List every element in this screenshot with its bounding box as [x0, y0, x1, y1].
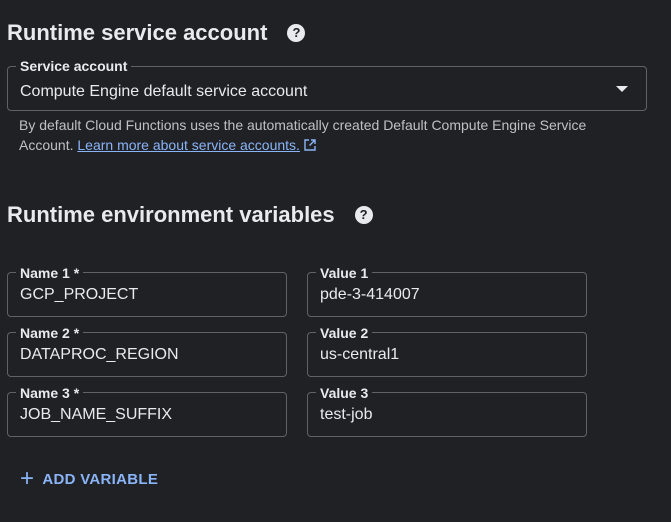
service-account-select[interactable]: Service account Compute Engine default s… — [7, 57, 647, 111]
env-vars-section-title: Runtime environment variables ? — [7, 202, 373, 228]
env-var-name-field-2[interactable]: Name 2 * DATAPROC_REGION — [7, 324, 287, 377]
env-var-value-field-2[interactable]: Value 2 us-central1 — [307, 324, 587, 377]
help-icon[interactable]: ? — [287, 24, 306, 42]
chevron-down-icon[interactable] — [616, 86, 628, 92]
env-var-value-value-2: us-central1 — [320, 345, 400, 363]
env-vars-title-text: Runtime environment variables — [7, 202, 335, 227]
service-account-helper-text: By default Cloud Functions uses the auto… — [19, 115, 599, 156]
plus-icon: + — [20, 465, 35, 492]
env-var-name-value-3: JOB_NAME_SUFFIX — [20, 405, 173, 423]
learn-more-link[interactable]: Learn more about service accounts. — [77, 137, 300, 153]
env-var-name-field-3[interactable]: Name 3 * JOB_NAME_SUFFIX — [7, 384, 287, 437]
add-variable-label: ADD VARIABLE — [42, 470, 159, 488]
env-var-value-value-1: pde-3-414007 — [320, 285, 420, 303]
env-var-value-field-1[interactable]: Value 1 pde-3-414007 — [307, 264, 587, 317]
env-var-value-field-3[interactable]: Value 3 test-job — [307, 384, 587, 437]
env-var-value-value-3: test-job — [320, 405, 373, 423]
env-var-name-value-1: GCP_PROJECT — [20, 285, 139, 303]
add-variable-button[interactable]: + ADD VARIABLE — [12, 462, 166, 496]
service-account-selected-value: Compute Engine default service account — [20, 82, 308, 100]
external-link-icon[interactable] — [304, 136, 316, 156]
help-icon[interactable]: ? — [354, 206, 373, 224]
env-var-name-value-2: DATAPROC_REGION — [20, 345, 179, 363]
env-var-name-field-1[interactable]: Name 1 * GCP_PROJECT — [7, 264, 287, 317]
service-account-section-title: Runtime service account ? — [7, 20, 306, 46]
service-account-title-text: Runtime service account — [7, 20, 268, 45]
